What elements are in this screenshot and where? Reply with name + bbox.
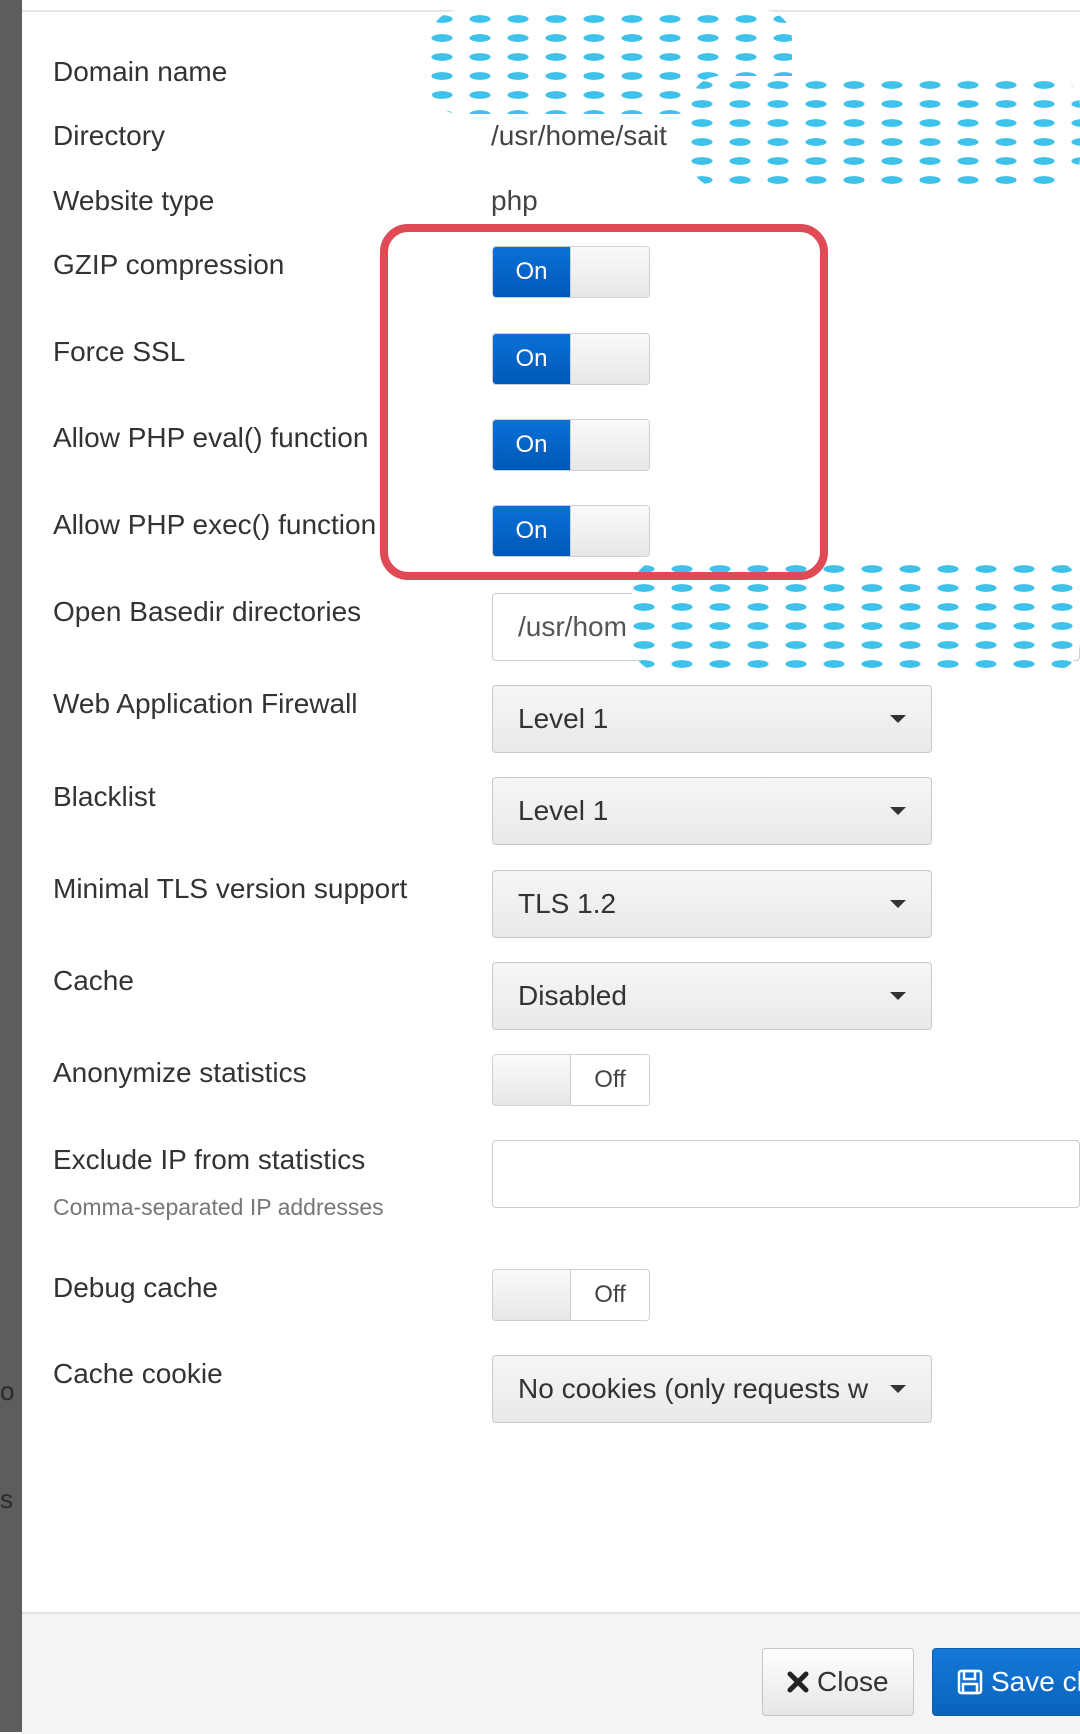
save-icon — [957, 1669, 983, 1695]
blacklist-label: Blacklist — [53, 781, 156, 812]
php-eval-toggle[interactable]: On — [492, 419, 650, 471]
toggle-on-state: On — [493, 334, 570, 384]
php-eval-label: Allow PHP eval() function — [53, 422, 369, 453]
caret-down-icon — [890, 1385, 906, 1393]
cache-label: Cache — [53, 965, 134, 996]
waf-select[interactable]: Level 1 — [492, 685, 932, 753]
waf-selected-value: Level 1 — [518, 703, 609, 734]
debug-cache-toggle[interactable]: Off — [492, 1269, 650, 1321]
website-type-value: php — [491, 185, 538, 216]
min-tls-selected-value: TLS 1.2 — [518, 888, 617, 919]
cache-cookie-selected-value: No cookies (only requests w — [518, 1373, 869, 1404]
caret-down-icon — [890, 715, 906, 723]
toggle-off-state: Off — [571, 1055, 649, 1105]
gzip-label: GZIP compression — [53, 249, 285, 280]
redaction-mark — [632, 560, 1080, 672]
website-type-label: Website type — [53, 185, 215, 216]
save-button-label: Save ch — [991, 1666, 1080, 1697]
force-ssl-label: Force SSL — [53, 336, 186, 367]
exclude-ip-label: Exclude IP from statistics — [53, 1144, 366, 1175]
cache-selected-value: Disabled — [518, 980, 627, 1011]
exclude-ip-hint: Comma-separated IP addresses — [53, 1194, 384, 1220]
toggle-knob — [570, 420, 649, 470]
php-exec-toggle[interactable]: On — [492, 505, 650, 557]
min-tls-select[interactable]: TLS 1.2 — [492, 870, 932, 938]
caret-down-icon — [890, 900, 906, 908]
close-icon — [787, 1671, 809, 1693]
caret-down-icon — [890, 992, 906, 1000]
toggle-knob — [570, 334, 649, 384]
backdrop-text: o — [0, 1376, 15, 1406]
blacklist-selected-value: Level 1 — [518, 795, 609, 826]
cache-cookie-select[interactable]: No cookies (only requests w — [492, 1355, 932, 1423]
redaction-mark — [690, 76, 1080, 188]
backdrop-text: s — [0, 1484, 13, 1514]
anonymize-label: Anonymize statistics — [53, 1057, 307, 1088]
exclude-ip-input[interactable] — [492, 1140, 1080, 1208]
cache-cookie-label: Cache cookie — [53, 1358, 223, 1389]
toggle-knob — [493, 1055, 571, 1105]
save-button[interactable]: Save ch — [932, 1648, 1080, 1716]
page-backdrop: o s — [0, 0, 22, 1732]
anonymize-toggle[interactable]: Off — [492, 1054, 650, 1106]
close-button-label: Close — [817, 1666, 889, 1697]
open-basedir-label: Open Basedir directories — [53, 596, 362, 627]
toggle-on-state: On — [493, 420, 570, 470]
directory-value: /usr/home/sait — [491, 120, 667, 151]
close-button[interactable]: Close — [762, 1648, 914, 1716]
toggle-off-state: Off — [571, 1270, 649, 1320]
php-exec-label: Allow PHP exec() function — [53, 509, 377, 540]
dialog-footer: Close Save ch — [22, 1612, 1080, 1734]
cache-select[interactable]: Disabled — [492, 962, 932, 1030]
gzip-toggle[interactable]: On — [492, 246, 650, 298]
website-settings-dialog: Domain name Directory /usr/home/sait Web… — [22, 0, 1080, 1734]
toggle-on-state: On — [493, 506, 570, 556]
debug-cache-label: Debug cache — [53, 1272, 219, 1303]
toggle-on-state: On — [493, 247, 570, 297]
toggle-knob — [570, 247, 649, 297]
toggle-knob — [570, 506, 649, 556]
domain-name-label: Domain name — [53, 56, 228, 87]
min-tls-label: Minimal TLS version support — [53, 873, 408, 904]
blacklist-select[interactable]: Level 1 — [492, 777, 932, 845]
caret-down-icon — [890, 807, 906, 815]
force-ssl-toggle[interactable]: On — [492, 333, 650, 385]
directory-label: Directory — [53, 120, 166, 151]
waf-label: Web Application Firewall — [53, 688, 358, 719]
toggle-knob — [493, 1270, 571, 1320]
